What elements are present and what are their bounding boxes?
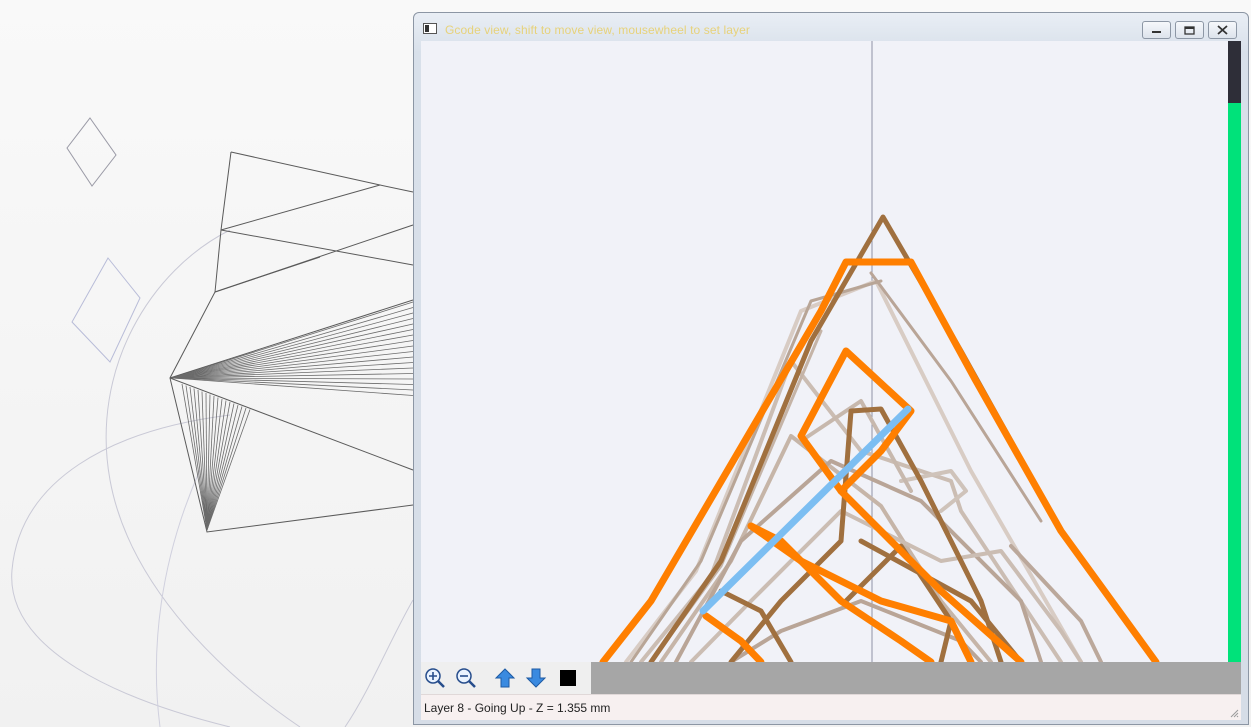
zoom-out-icon xyxy=(456,668,476,688)
tool-button-group xyxy=(421,662,591,694)
close-button[interactable] xyxy=(1208,21,1237,39)
toolbar xyxy=(421,662,1241,694)
maximize-button[interactable] xyxy=(1175,21,1204,39)
resize-grip-icon[interactable] xyxy=(1229,708,1239,718)
color-swatch-button[interactable] xyxy=(557,667,579,689)
layer-down-icon xyxy=(525,668,547,688)
status-bar: Layer 8 - Going Up - Z = 1.355 mm xyxy=(421,694,1241,720)
gcode-view-window[interactable]: Gcode view, shift to move view, mousewhe… xyxy=(413,12,1249,725)
layer-up-button[interactable] xyxy=(494,667,516,689)
zoom-in-button[interactable] xyxy=(424,667,446,689)
layer-slider[interactable] xyxy=(1228,41,1241,662)
gcode-viewport[interactable] xyxy=(421,41,1241,662)
window-title: Gcode view, shift to move view, mousewhe… xyxy=(445,23,750,37)
gcode-canvas[interactable] xyxy=(421,41,1241,662)
maximize-icon xyxy=(1184,26,1195,35)
title-bar[interactable]: Gcode view, shift to move view, mousewhe… xyxy=(414,13,1248,43)
minimize-button[interactable] xyxy=(1142,21,1171,39)
minimize-icon xyxy=(1152,31,1161,33)
zoom-in-icon xyxy=(425,668,445,688)
color-swatch-icon xyxy=(560,670,576,686)
status-text: Layer 8 - Going Up - Z = 1.355 mm xyxy=(424,701,611,715)
close-icon xyxy=(1217,25,1228,35)
window-icon xyxy=(423,23,437,34)
zoom-out-button[interactable] xyxy=(455,667,477,689)
layer-up-icon xyxy=(494,668,516,688)
layer-down-button[interactable] xyxy=(525,667,547,689)
